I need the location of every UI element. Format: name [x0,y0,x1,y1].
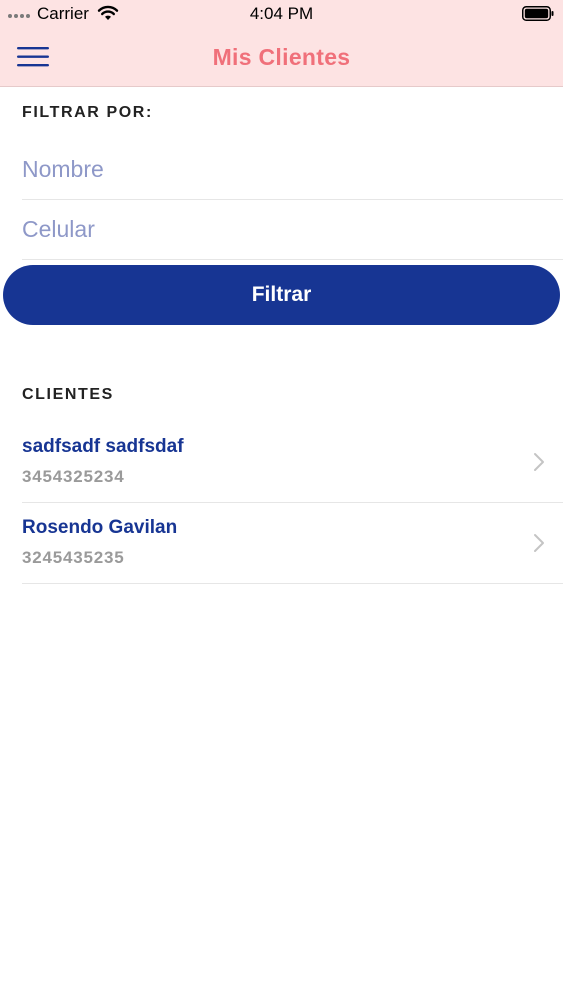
status-time: 4:04 PM [249,4,314,23]
status-bar: Carrier 4:04 PM [0,0,563,28]
client-phone: 3454325234 [22,467,125,486]
client-list: sadfsadf sadfsdaf 3454325234 Rosendo Gav… [22,422,563,584]
celular-input[interactable] [22,200,563,259]
chevron-right-icon [534,534,544,552]
client-name: Rosendo Gavilan [22,517,178,538]
client-row[interactable]: sadfsadf sadfsdaf 3454325234 [22,422,563,503]
filter-heading: FILTRAR POR: [22,104,153,121]
client-phone: 3245435235 [22,548,125,567]
chevron-right-icon [534,453,544,471]
page-title: Mis Clientes [212,44,351,70]
nombre-field [22,140,563,200]
filter-button[interactable]: Filtrar [3,265,560,325]
client-row[interactable]: Rosendo Gavilan 3245435235 [22,503,563,584]
battery-icon [522,6,554,21]
clients-heading: CLIENTES [22,386,114,403]
nombre-input[interactable] [22,140,563,199]
celular-field [22,200,563,260]
client-name: sadfsadf sadfsdaf [22,436,184,457]
navigation-bar: Mis Clientes [0,28,563,87]
